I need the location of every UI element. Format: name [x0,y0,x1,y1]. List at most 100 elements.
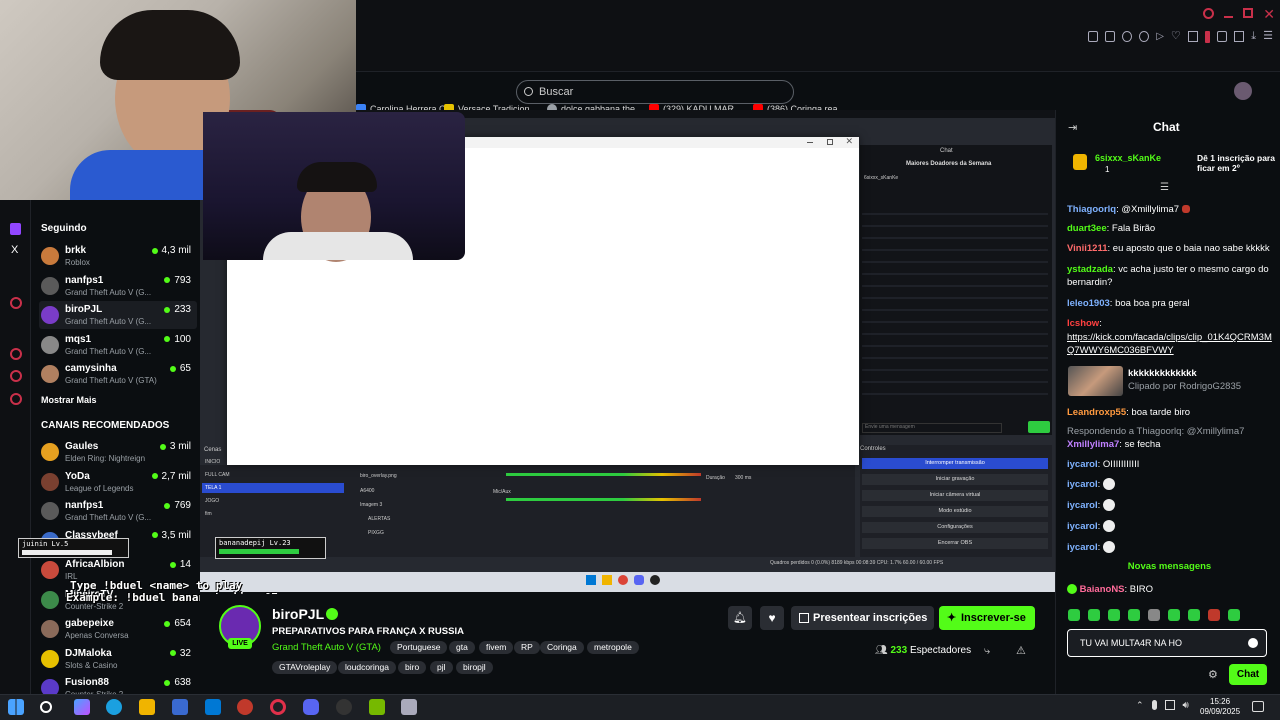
battery-icon[interactable] [1204,31,1211,43]
tag[interactable]: loudcoringa [338,661,396,674]
sidebar-channel[interactable]: gabepeixe Apenas Conversa 654 [39,615,197,643]
heart-icon[interactable]: ♡ [1171,31,1181,43]
obs-icon[interactable] [336,699,352,715]
chat-username[interactable]: iycaroI [1067,479,1098,490]
chat-username[interactable]: Leandroxp55 [1067,407,1126,418]
sidebar-channel[interactable]: nanfps1 Grand Theft Auto V (G... 793 [39,272,197,300]
extensions-icon[interactable] [1217,31,1228,42]
emote-icon[interactable] [1108,609,1120,621]
outlook-icon[interactable] [205,699,221,715]
minimize-icon[interactable] [1223,16,1234,18]
collapse-chat-icon[interactable]: ⇥ [1068,121,1077,134]
play-circle-icon[interactable] [10,297,22,309]
sidebar-channel[interactable]: nanfps1 Grand Theft Auto V (G... 769 [39,497,197,525]
discord-icon[interactable] [303,699,319,715]
mic-icon[interactable] [1151,700,1157,710]
close-tab-icon[interactable] [1139,31,1150,42]
chat-username[interactable]: BaianoNS [1080,584,1125,595]
tag[interactable]: RP [514,641,540,654]
sidebar-channel[interactable]: biroPJL Grand Theft Auto V (G... 233 [39,301,197,329]
chat-username[interactable]: iycaroI [1067,521,1098,532]
grid-icon[interactable] [1187,31,1198,42]
settings-icon[interactable] [10,393,22,405]
windows-start-icon[interactable] [8,699,24,715]
emote-icon[interactable] [1088,609,1100,621]
chat-username[interactable]: Icshow [1067,318,1099,329]
opera-icon[interactable] [270,699,286,715]
chat-username[interactable]: Vinii1211 [1067,243,1108,254]
sidebar-channel[interactable]: YoDa League of Legends 2,7 mil [39,468,197,496]
twitch-icon[interactable] [10,223,21,235]
chat-username[interactable]: Thiagoorlq [1067,204,1116,215]
chat-username[interactable]: iycaroI [1067,542,1098,553]
close-icon[interactable]: ✕ [1263,7,1275,22]
emote-icon[interactable] [1168,609,1180,621]
subscribe-button[interactable]: ✦ Inscrever-se [939,606,1035,630]
chat-username[interactable]: Xmillylima7 [1067,439,1119,450]
avatar[interactable] [1234,82,1252,100]
new-messages-divider[interactable]: Novas mensagens [1067,561,1272,574]
chat-send-button[interactable]: Chat [1229,664,1267,685]
chat-username[interactable]: duart3ee [1067,223,1107,234]
chevron-down-icon[interactable]: ☰ [1160,182,1169,193]
search-icon[interactable] [1203,8,1214,19]
copilot-icon[interactable] [74,699,90,715]
sidebar-channel[interactable]: Gaules Elden Ring: Nightreign 3 mil [39,438,197,466]
report-icon[interactable]: ⚠ [1016,644,1026,657]
tag[interactable]: Coringa [540,641,584,654]
chevron-up-icon[interactable]: ⌃ [1136,700,1144,711]
emote-icon[interactable] [1148,609,1160,621]
chat-username[interactable]: iycaroI [1067,459,1098,470]
pinned-user[interactable]: 6sixxx_sKanKe [1095,153,1161,163]
sidebar-channel[interactable]: camysinha Grand Theft Auto V (GTA) 65 [39,360,197,388]
gift-subs-button[interactable]: Presentear inscrições [791,606,934,630]
follow-heart-button[interactable]: ♥ [760,606,784,630]
emote-icon[interactable] [1188,609,1200,621]
stream-category[interactable]: Grand Theft Auto V (GTA) [272,642,381,653]
pin-icon[interactable] [1088,31,1099,42]
sidebar-channel[interactable]: mqs1 Grand Theft Auto V (G... 100 [39,331,197,359]
x-icon[interactable]: X [11,244,18,256]
nvidia-icon[interactable] [369,699,385,715]
restore-icon[interactable] [1243,8,1254,18]
emote-icon[interactable] [1228,609,1240,621]
screenshot-icon[interactable] [1105,31,1116,42]
emote-icon[interactable] [1068,609,1080,621]
tag[interactable]: pjl [430,661,453,674]
emoji-icon[interactable] [1248,638,1258,648]
shield-icon[interactable] [1122,31,1133,42]
menu-icon[interactable]: ☰ [1263,31,1273,43]
network-icon[interactable] [1164,700,1175,710]
edge-icon[interactable] [106,699,122,715]
tag[interactable]: GTAVroleplay [272,661,338,674]
clock-icon[interactable] [10,348,22,360]
emote-icon[interactable] [1128,609,1140,621]
show-more-link[interactable]: Mostrar Mais [41,395,97,405]
chat-settings-icon[interactable]: ⚙ [1208,668,1218,681]
app-window-icon[interactable] [401,699,417,715]
emote-icon[interactable] [1208,609,1220,621]
share-icon[interactable]: ⤷ [984,645,990,658]
search-icon[interactable] [40,701,52,713]
folder-icon[interactable] [139,699,155,715]
sidebar-channel[interactable]: brkk Roblox 4,3 mil [39,242,197,270]
channel-name[interactable]: biroPJL [272,606,324,622]
system-clock[interactable]: 15:26 09/09/2025 [1200,697,1240,717]
search-input[interactable]: Buscar [516,80,794,104]
chat-username[interactable]: leleo1903 [1067,298,1110,309]
box-icon[interactable] [1234,31,1245,42]
app-icon[interactable] [237,699,253,715]
play-icon[interactable]: ▷ [1156,31,1164,43]
volume-icon[interactable]: 🔊︎ [1183,700,1189,711]
tag[interactable]: metropole [587,641,639,654]
tag[interactable]: biro [398,661,427,674]
chat-input[interactable]: TU VAI MULTA4R NA HO [1067,629,1267,657]
tag-language[interactable]: Portuguese [390,641,448,654]
clip-thumbnail[interactable] [1068,366,1123,396]
download-icon[interactable]: ⤓ [1251,31,1256,43]
notifications-icon[interactable] [1252,701,1264,712]
chat-bubble-icon[interactable] [10,370,22,382]
clip-link[interactable]: https://kick.com/facada/clips/clip_01K4Q… [1067,332,1272,356]
chat-username[interactable]: iycaroI [1067,500,1098,511]
notification-bell-button[interactable]: 🔔︎ [728,606,752,630]
